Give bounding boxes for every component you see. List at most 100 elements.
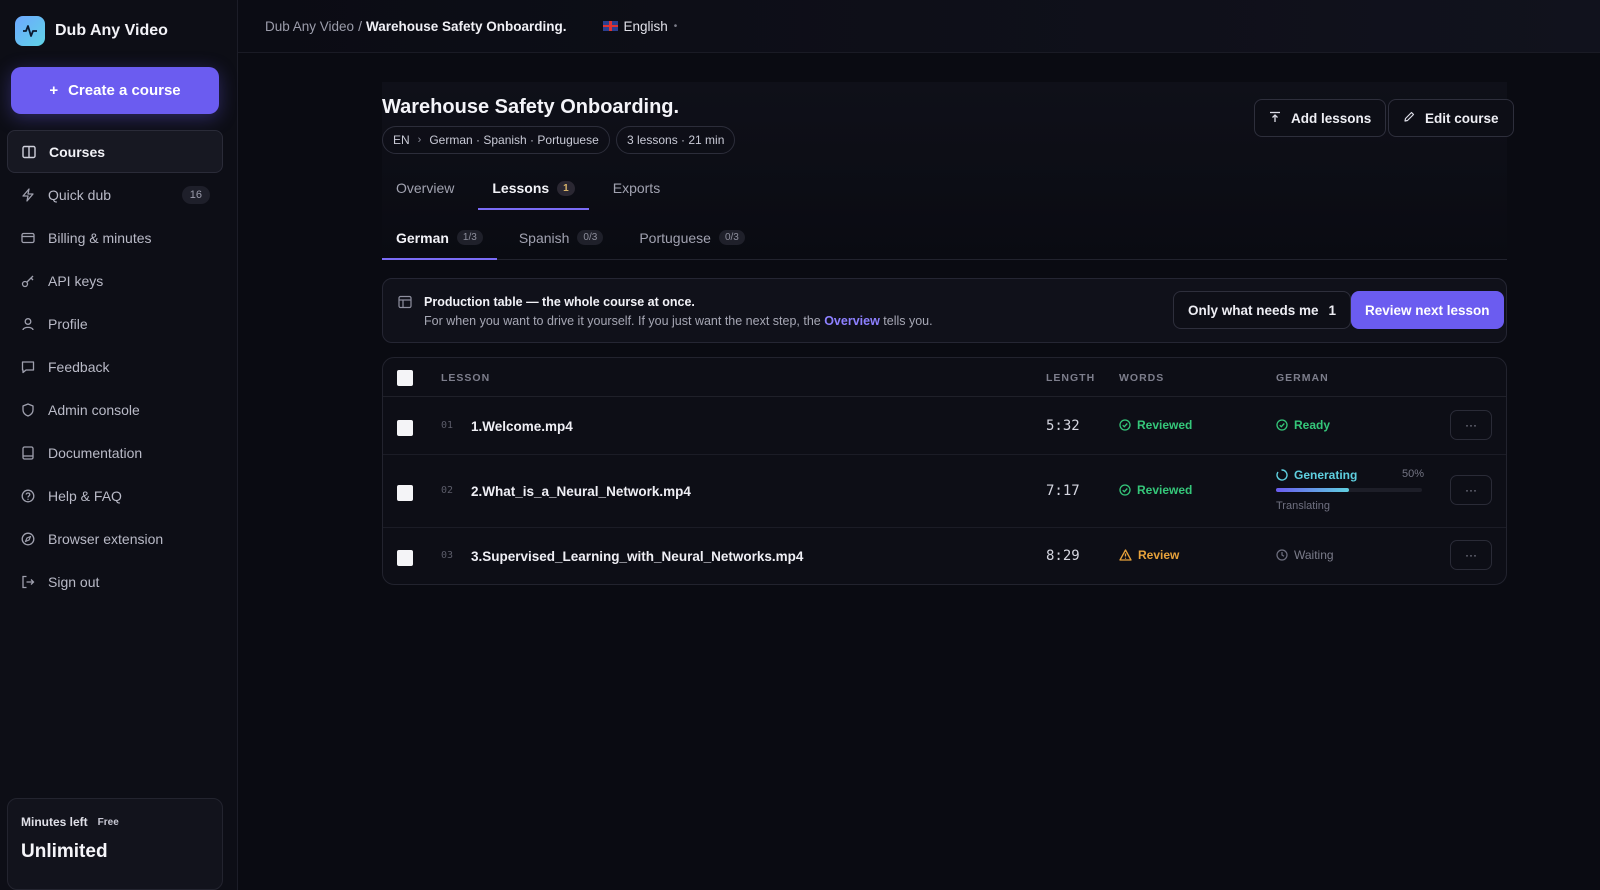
table-header: LESSON LENGTH WORDS GERMAN xyxy=(383,358,1506,397)
sidebar-item-label: API keys xyxy=(48,272,104,289)
language-tab-spanish[interactable]: Spanish 0/3 xyxy=(505,222,618,259)
lesson-length: 7:17 xyxy=(1046,483,1080,499)
lesson-name[interactable]: 2.What_is_a_Neural_Network.mp4 xyxy=(471,484,691,499)
banner-title: Production table — the whole course at o… xyxy=(424,295,695,309)
language-selector[interactable]: English • xyxy=(602,18,677,34)
sub-status: Translating xyxy=(1276,500,1331,512)
overview-link[interactable]: Overview xyxy=(824,314,880,328)
tab-label: Lessons xyxy=(492,180,550,196)
chevron-right-icon: › xyxy=(417,134,422,146)
words-status: Reviewed xyxy=(1119,483,1192,497)
sign-out-icon xyxy=(20,574,36,590)
sidebar-item-quick-dub[interactable]: Quick dub 16 xyxy=(7,173,223,216)
sidebar-item-browser-extension[interactable]: Browser extension xyxy=(7,517,223,560)
sidebar-item-label: Browser extension xyxy=(48,530,164,547)
add-lessons-label: Add lessons xyxy=(1291,110,1372,126)
minutes-value: Unlimited xyxy=(21,841,108,862)
tab-exports[interactable]: Exports xyxy=(599,170,674,210)
breadcrumb-current: Warehouse Safety Onboarding. xyxy=(365,18,567,34)
tab-lessons[interactable]: Lessons 1 xyxy=(478,170,590,210)
language-tab-label: Spanish xyxy=(518,230,570,246)
tab-overview[interactable]: Overview xyxy=(382,170,468,210)
sidebar-item-label: Feedback xyxy=(48,358,110,375)
language-route-chip: EN › German · Spanish · Portuguese xyxy=(382,126,610,154)
sidebar-item-label: Courses xyxy=(49,143,106,160)
upload-icon xyxy=(1269,111,1281,126)
topbar: Dub Any Video / Warehouse Safety Onboard… xyxy=(238,0,1600,53)
tab-label: Overview xyxy=(396,180,455,196)
breadcrumb-root[interactable]: Dub Any Video xyxy=(265,19,354,34)
sidebar-item-api-keys[interactable]: API keys xyxy=(7,259,223,302)
check-circle-icon xyxy=(1119,419,1131,431)
language-label: English xyxy=(623,18,668,34)
sidebar-item-feedback[interactable]: Feedback xyxy=(7,345,223,388)
sidebar-item-profile[interactable]: Profile xyxy=(7,302,223,345)
breadcrumb: Dub Any Video / Warehouse Safety Onboard… xyxy=(265,18,567,34)
review-next-lesson-button[interactable]: Review next lesson xyxy=(1351,291,1504,329)
table-row[interactable]: 01 1.Welcome.mp4 5:32 Reviewed Ready ··· xyxy=(383,397,1506,455)
edit-course-button[interactable]: Edit course xyxy=(1388,99,1514,137)
row-checkbox[interactable] xyxy=(397,485,413,501)
german-status: Waiting xyxy=(1276,548,1334,562)
banner-text: For when you want to drive it yourself. … xyxy=(424,314,933,328)
sidebar-item-documentation[interactable]: Documentation xyxy=(7,431,223,474)
page-title: Warehouse Safety Onboarding. xyxy=(382,96,680,118)
plan-badge: Free xyxy=(97,816,119,828)
lessons-count-badge: 1 xyxy=(557,180,575,196)
lesson-length: 5:32 xyxy=(1046,418,1080,434)
course-summary-chip: 3 lessons · 21 min xyxy=(616,126,736,154)
german-status-label: Waiting xyxy=(1294,548,1334,562)
words-status-label: Reviewed xyxy=(1137,418,1193,432)
pencil-icon xyxy=(1403,111,1415,126)
language-tab-label: Portuguese xyxy=(639,230,711,246)
sidebar-item-help[interactable]: Help & FAQ xyxy=(7,474,223,517)
sidebar-item-sign-out[interactable]: Sign out xyxy=(7,560,223,603)
sidebar-item-label: Documentation xyxy=(48,444,143,461)
document-icon xyxy=(20,445,36,461)
source-language: EN xyxy=(393,133,410,147)
sidebar-item-billing[interactable]: Billing & minutes xyxy=(7,216,223,259)
breadcrumb-separator: / xyxy=(358,18,362,34)
check-circle-icon xyxy=(1276,419,1288,431)
brand[interactable]: Dub Any Video xyxy=(15,16,168,46)
shield-icon xyxy=(20,402,36,418)
sidebar-item-label: Sign out xyxy=(48,573,100,590)
needs-me-filter-button[interactable]: Only what needs me 1 xyxy=(1173,291,1352,329)
row-checkbox[interactable] xyxy=(397,550,413,566)
select-all-checkbox[interactable] xyxy=(397,370,413,386)
table-row[interactable]: 03 3.Supervised_Learning_with_Neural_Net… xyxy=(383,528,1506,584)
german-status-label: Ready xyxy=(1294,418,1331,432)
banner-text-end: tells you. xyxy=(879,314,933,328)
language-progress-badge: 1/3 xyxy=(456,230,483,245)
lesson-length: 8:29 xyxy=(1046,548,1080,564)
progress-percent: 50% xyxy=(1402,468,1425,480)
column-header-length: LENGTH xyxy=(1046,372,1096,384)
row-more-button[interactable]: ··· xyxy=(1450,540,1492,570)
book-icon xyxy=(21,144,37,160)
sidebar-item-label: Help & FAQ xyxy=(48,487,122,504)
sidebar-item-admin-console[interactable]: Admin console xyxy=(7,388,223,431)
sidebar-item-courses[interactable]: Courses xyxy=(7,130,223,173)
row-checkbox[interactable] xyxy=(397,420,413,436)
quick-dub-count-badge: 16 xyxy=(181,185,210,204)
help-icon xyxy=(20,488,36,504)
lesson-name[interactable]: 1.Welcome.mp4 xyxy=(471,419,573,434)
row-more-button[interactable]: ··· xyxy=(1450,475,1492,505)
check-circle-icon xyxy=(1119,484,1131,496)
sidebar-item-label: Billing & minutes xyxy=(48,229,152,246)
target-languages: German · Spanish · Portuguese xyxy=(429,133,599,147)
lesson-name[interactable]: 3.Supervised_Learning_with_Neural_Networ… xyxy=(471,549,803,564)
table-row[interactable]: 02 2.What_is_a_Neural_Network.mp4 7:17 R… xyxy=(383,455,1506,528)
row-number: 01 xyxy=(441,420,454,431)
language-tab-portuguese[interactable]: Portuguese 0/3 xyxy=(625,222,759,259)
filter-count: 1 xyxy=(1328,302,1337,318)
add-lessons-button[interactable]: Add lessons xyxy=(1254,99,1387,137)
course-tabs: Overview Lessons 1 Exports xyxy=(382,170,684,210)
sidebar-item-label: Profile xyxy=(48,315,88,332)
message-icon xyxy=(20,359,36,375)
row-more-button[interactable]: ··· xyxy=(1450,410,1492,440)
language-tab-german[interactable]: German 1/3 xyxy=(382,222,497,260)
banner-text-start: For when you want to drive it yourself. … xyxy=(424,314,825,328)
create-course-button[interactable]: + Create a course xyxy=(11,67,219,114)
uk-flag-icon xyxy=(602,21,618,31)
